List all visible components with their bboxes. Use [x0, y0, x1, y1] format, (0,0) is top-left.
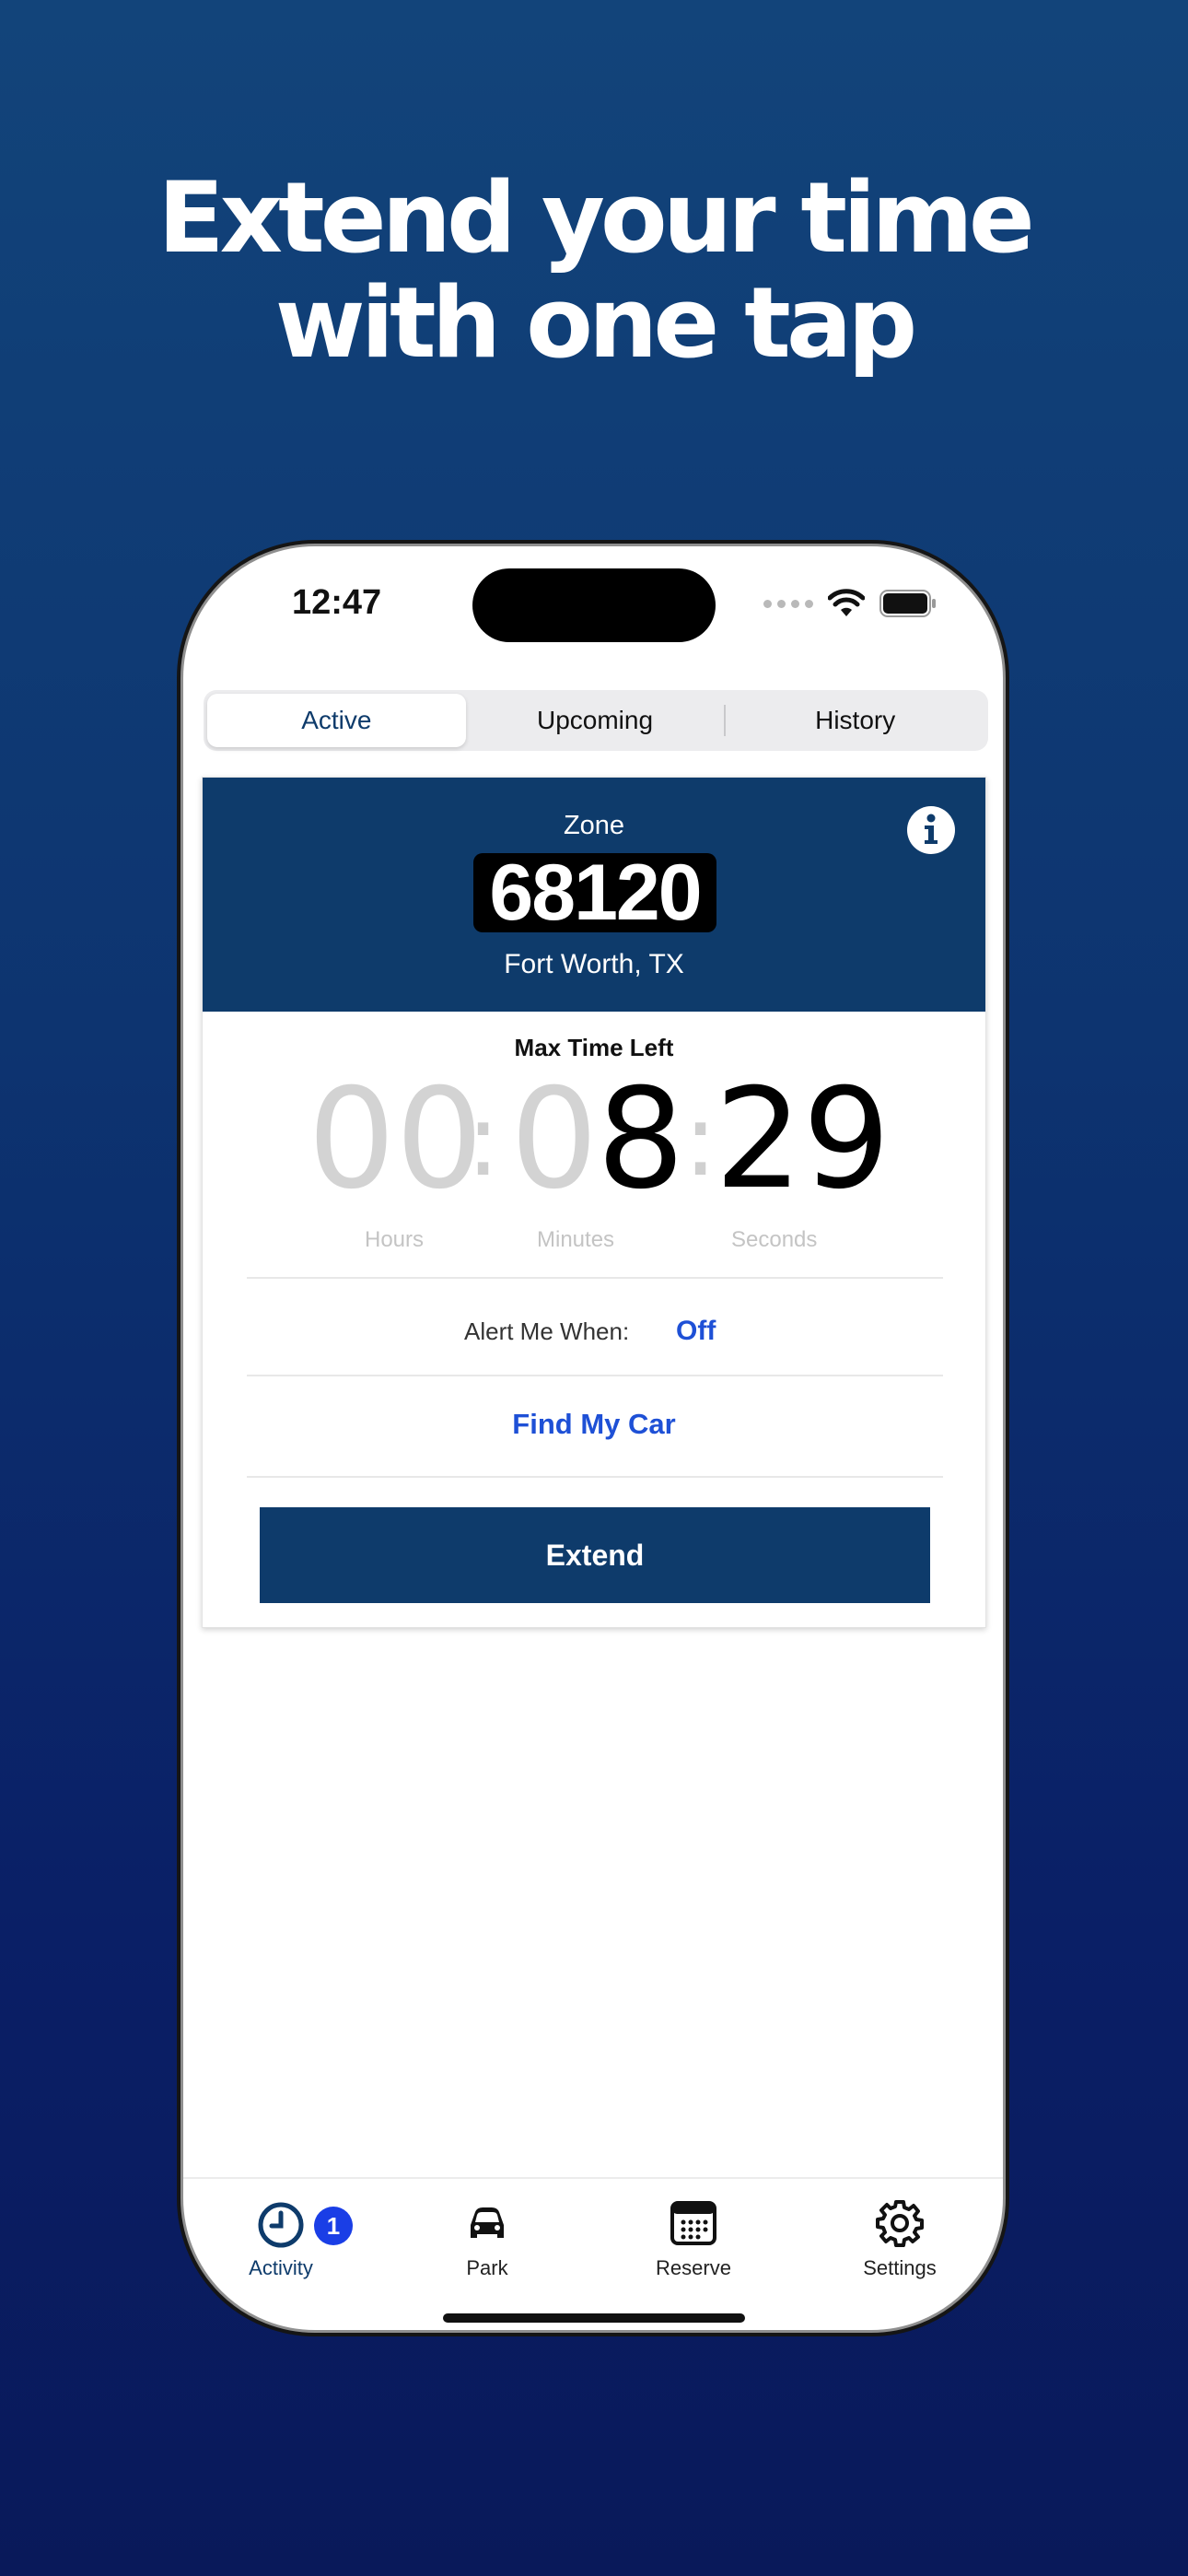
unit-seconds: Seconds	[731, 1227, 818, 1252]
parking-session-card: Zone 68120 Fort Worth, TX Max Time Left …	[202, 777, 986, 1628]
timer-hours: 00	[308, 1060, 483, 1220]
activity-badge: 1	[314, 2207, 353, 2245]
calendar-icon	[670, 2201, 716, 2245]
alert-row[interactable]: Alert Me When: Off	[203, 1308, 985, 1364]
unit-minutes: Minutes	[537, 1227, 615, 1252]
segment-active-label: Active	[301, 706, 372, 734]
headline-line-1: Extend your time	[157, 161, 1035, 275]
tab-activity-label: Activity	[249, 2256, 313, 2279]
zone-number: 68120	[473, 853, 716, 932]
info-icon[interactable]	[906, 805, 956, 855]
segment-upcoming[interactable]: Upcoming	[466, 694, 725, 747]
promo-headline: Extend your time with one tap	[0, 166, 1188, 376]
divider	[247, 1375, 943, 1376]
max-time-left-label: Max Time Left	[514, 1034, 674, 1061]
find-my-car-link[interactable]: Find My Car	[203, 1408, 985, 1441]
signal-dots-icon	[763, 599, 813, 608]
alert-label: Alert Me When:	[464, 1317, 630, 1345]
extend-button[interactable]: Extend	[260, 1507, 930, 1603]
status-time: 12:47	[292, 583, 382, 622]
timer-minutes-ones: 8	[597, 1060, 685, 1220]
headline-line-2: with one tap	[274, 266, 917, 380]
timer-colon: :	[466, 1081, 501, 1199]
segment-upcoming-label: Upcoming	[536, 706, 654, 734]
segment-history-label: History	[815, 706, 896, 734]
divider	[247, 1277, 943, 1279]
timer-colon: :	[683, 1081, 718, 1199]
status-icons	[763, 585, 937, 622]
dynamic-island	[472, 568, 716, 642]
timer-seconds: 29	[715, 1060, 891, 1220]
alert-value[interactable]: Off	[676, 1316, 716, 1347]
zone-label: Zone	[563, 811, 625, 840]
clock-icon	[258, 2202, 304, 2248]
battery-icon	[879, 590, 936, 617]
car-icon	[471, 2207, 504, 2238]
home-indicator[interactable]	[443, 2313, 745, 2323]
segment-active[interactable]: Active	[207, 694, 466, 747]
timer-minutes-tens: 0	[510, 1060, 599, 1220]
zone-header: Zone 68120 Fort Worth, TX	[203, 778, 985, 1012]
unit-hours: Hours	[365, 1227, 425, 1252]
tab-reserve[interactable]: Reserve	[611, 2197, 776, 2280]
bottom-tab-bar: 1 Activity Park Reserve Settings	[181, 2177, 1005, 2308]
tab-park-label: Park	[466, 2256, 508, 2279]
segment-history[interactable]: History	[726, 694, 984, 747]
activity-segmented-control: Active Upcoming History	[204, 690, 988, 751]
tab-park[interactable]: Park	[404, 2197, 570, 2280]
tab-settings-label: Settings	[863, 2256, 937, 2279]
wifi-icon	[828, 589, 865, 616]
zone-city: Fort Worth, TX	[504, 949, 684, 979]
phone-frame: 12:47 Active Upcoming History Zone 68120	[177, 540, 1009, 2336]
divider	[247, 1476, 943, 1478]
countdown-timer: 00 : 0 8 : 29	[203, 1071, 985, 1209]
tab-settings[interactable]: Settings	[817, 2197, 983, 2280]
tab-activity[interactable]: 1 Activity	[198, 2197, 364, 2280]
tab-reserve-label: Reserve	[656, 2256, 731, 2279]
gear-icon	[876, 2200, 924, 2247]
